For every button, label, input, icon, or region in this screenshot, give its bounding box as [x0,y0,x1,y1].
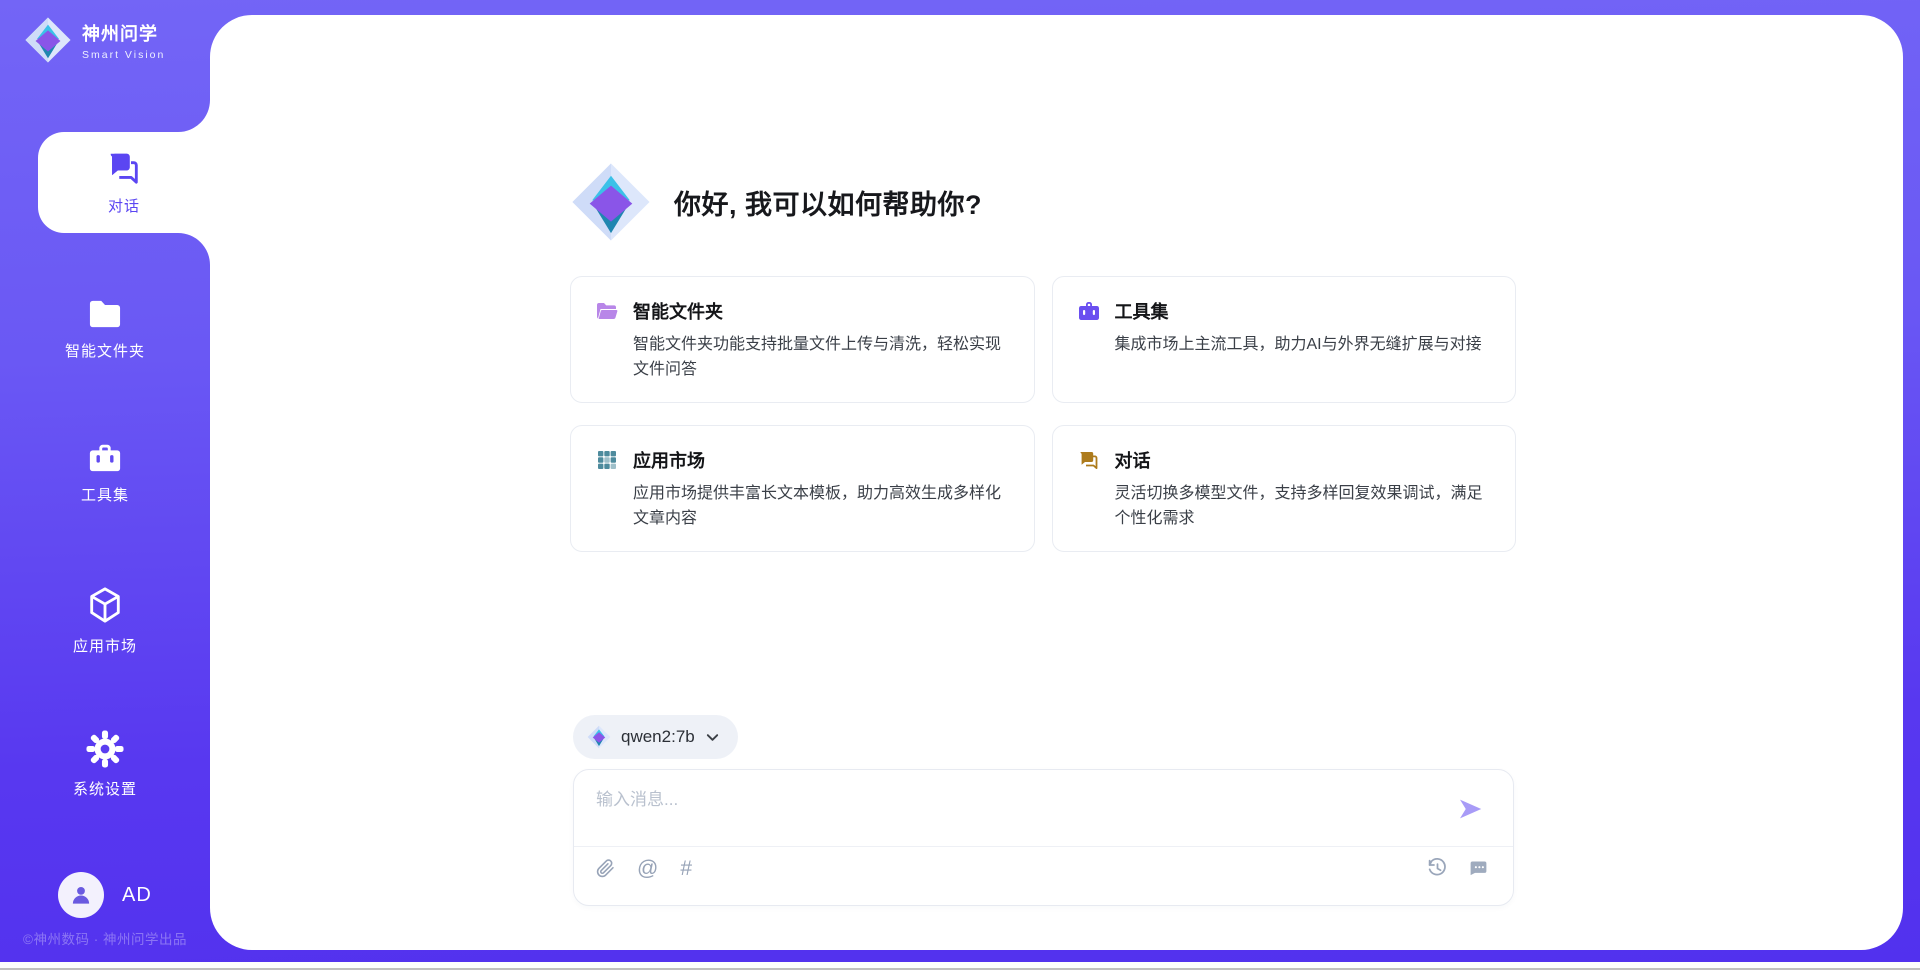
model-selector[interactable]: qwen2:7b [573,715,738,759]
app-background: 你好, 我可以如何帮助你? 智能文件夹 智能文件夹功能支持批量文件上传与清洗，轻… [0,0,1920,962]
main-panel: 你好, 我可以如何帮助你? 智能文件夹 智能文件夹功能支持批量文件上传与清洗，轻… [210,15,1903,950]
card-smart-folder[interactable]: 智能文件夹 智能文件夹功能支持批量文件上传与清洗，轻松实现文件问答 [570,276,1035,403]
chat-icon [1077,448,1101,472]
attachment-icon[interactable] [596,858,615,879]
sidebar-item-label: 智能文件夹 [65,343,145,360]
card-description: 应用市场提供丰富长文本模板，助力高效生成多样化文章内容 [633,482,1010,532]
feature-cards: 智能文件夹 智能文件夹功能支持批量文件上传与清洗，轻松实现文件问答 工具集 集成… [570,276,1516,552]
card-description: 灵活切换多模型文件，支持多样回复效果调试，满足个性化需求 [1115,482,1492,532]
greeting-title: 你好, 我可以如何帮助你? [674,183,982,222]
card-title: 工具集 [1115,298,1169,324]
mention-icon[interactable]: @ [637,858,658,879]
message-composer: @ # [573,769,1514,906]
sidebar-item-label: 工具集 [81,487,129,504]
sidebar-item-smart-folder[interactable]: 智能文件夹 [0,298,210,361]
send-icon[interactable] [1455,794,1485,824]
brand-diamond-icon [587,725,611,749]
copyright-footer: ©神州数码 · 神州问学出品 [0,928,210,948]
card-title: 对话 [1115,447,1151,473]
sidebar-item-label: 对话 [108,195,140,216]
user-account[interactable]: AD [58,872,152,918]
toolbox-icon [1077,299,1101,323]
card-title: 智能文件夹 [633,298,723,324]
sidebar: 神州问学 Smart Vision 对话 智能文件夹 [0,0,210,962]
sidebar-item-settings[interactable]: 系统设置 [0,730,210,799]
chat-icon [105,150,143,186]
brand-logo: 神州问学 Smart Vision [24,16,165,64]
composer-divider [574,846,1513,847]
sidebar-item-toolset[interactable]: 工具集 [0,440,210,505]
folder-open-icon [595,299,619,323]
message-input[interactable] [596,785,1416,835]
model-name: qwen2:7b [621,727,695,747]
message-bubble-icon[interactable] [1468,858,1489,879]
brand-diamond-icon [570,161,652,243]
sidebar-item-chat[interactable]: 对话 [38,132,210,233]
brand-name: 神州问学 [82,20,165,46]
gear-icon [86,730,124,768]
card-description: 智能文件夹功能支持批量文件上传与清洗，轻松实现文件问答 [633,333,1010,383]
sidebar-item-label: 应用市场 [73,638,137,655]
avatar [58,872,104,918]
toolbox-icon [86,440,124,474]
hashtag-icon[interactable]: # [680,858,692,879]
chevron-down-icon [705,730,720,745]
history-icon[interactable] [1427,858,1448,879]
card-chat[interactable]: 对话 灵活切换多模型文件，支持多样回复效果调试，满足个性化需求 [1052,425,1517,552]
card-toolset[interactable]: 工具集 集成市场上主流工具，助力AI与外界无缝扩展与对接 [1052,276,1517,403]
user-icon [68,882,94,908]
sidebar-item-label: 系统设置 [73,781,137,798]
brand-subtitle: Smart Vision [82,49,165,61]
sidebar-item-app-market[interactable]: 应用市场 [0,585,210,656]
brand-diamond-icon [24,16,72,64]
user-name: AD [122,884,152,907]
greeting: 你好, 我可以如何帮助你? [570,161,982,243]
cube-icon [86,585,124,625]
grid-icon [595,448,619,472]
card-app-market[interactable]: 应用市场 应用市场提供丰富长文本模板，助力高效生成多样化文章内容 [570,425,1035,552]
folder-icon [86,298,124,330]
sidebar-item-chat-active: 对话 [38,100,210,265]
card-title: 应用市场 [633,447,705,473]
card-description: 集成市场上主流工具，助力AI与外界无缝扩展与对接 [1115,333,1492,358]
